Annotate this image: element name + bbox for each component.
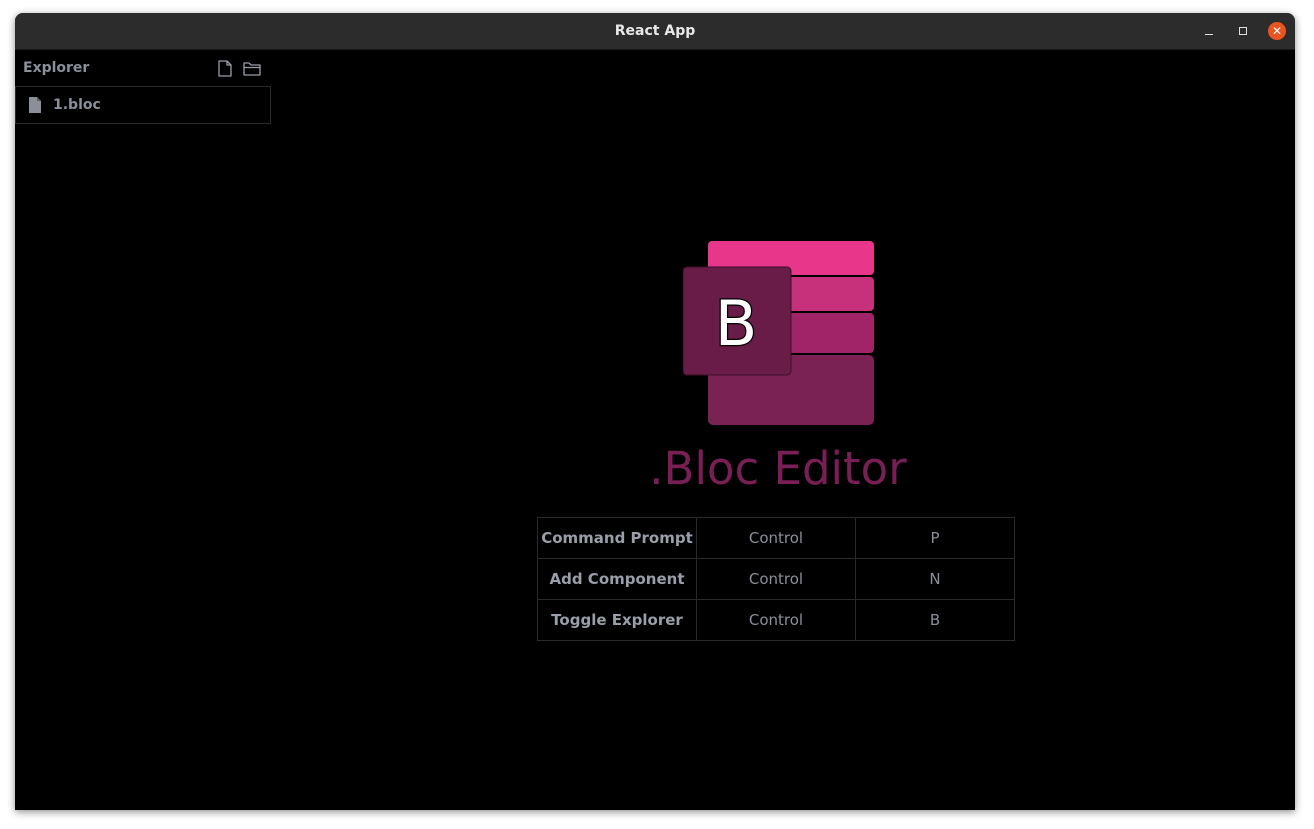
file-icon <box>29 97 41 113</box>
explorer-title: Explorer <box>23 60 90 76</box>
logo-letter: B <box>715 287 758 360</box>
app-window: React App ✕ Explorer 1.bloc B .Bloc Edit… <box>15 13 1295 810</box>
shortcut-row: Add Component Control N <box>537 558 1015 600</box>
new-file-icon[interactable] <box>216 60 234 77</box>
maximize-icon <box>1239 27 1247 35</box>
minimize-button[interactable] <box>1200 22 1218 40</box>
shortcut-key: B <box>855 599 1015 641</box>
shortcut-modifier: Control <box>696 558 856 600</box>
minimize-icon <box>1205 34 1213 35</box>
explorer-header: Explorer <box>15 50 271 86</box>
new-folder-icon[interactable] <box>243 60 261 77</box>
title-bar[interactable]: React App ✕ <box>15 13 1295 50</box>
shortcut-key: P <box>855 517 1015 559</box>
window-title: React App <box>614 23 696 39</box>
shortcuts-table: Command Prompt Control P Add Component C… <box>537 517 1015 641</box>
shortcut-row: Toggle Explorer Control B <box>537 599 1015 641</box>
close-button[interactable]: ✕ <box>1268 22 1286 40</box>
bloc-logo: B <box>683 241 874 425</box>
explorer-sidebar: Explorer 1.bloc <box>15 50 271 810</box>
shortcut-command: Add Component <box>537 558 697 600</box>
shortcut-row: Command Prompt Control P <box>537 517 1015 559</box>
file-label: 1.bloc <box>53 97 101 113</box>
close-icon: ✕ <box>1271 24 1283 38</box>
brand-title: .Bloc Editor <box>649 442 907 495</box>
shortcut-key: N <box>855 558 1015 600</box>
maximize-button[interactable] <box>1234 22 1252 40</box>
explorer-file-item[interactable]: 1.bloc <box>15 86 271 124</box>
shortcut-modifier: Control <box>696 517 856 559</box>
shortcut-modifier: Control <box>696 599 856 641</box>
shortcut-command: Toggle Explorer <box>537 599 697 641</box>
shortcut-command: Command Prompt <box>537 517 697 559</box>
